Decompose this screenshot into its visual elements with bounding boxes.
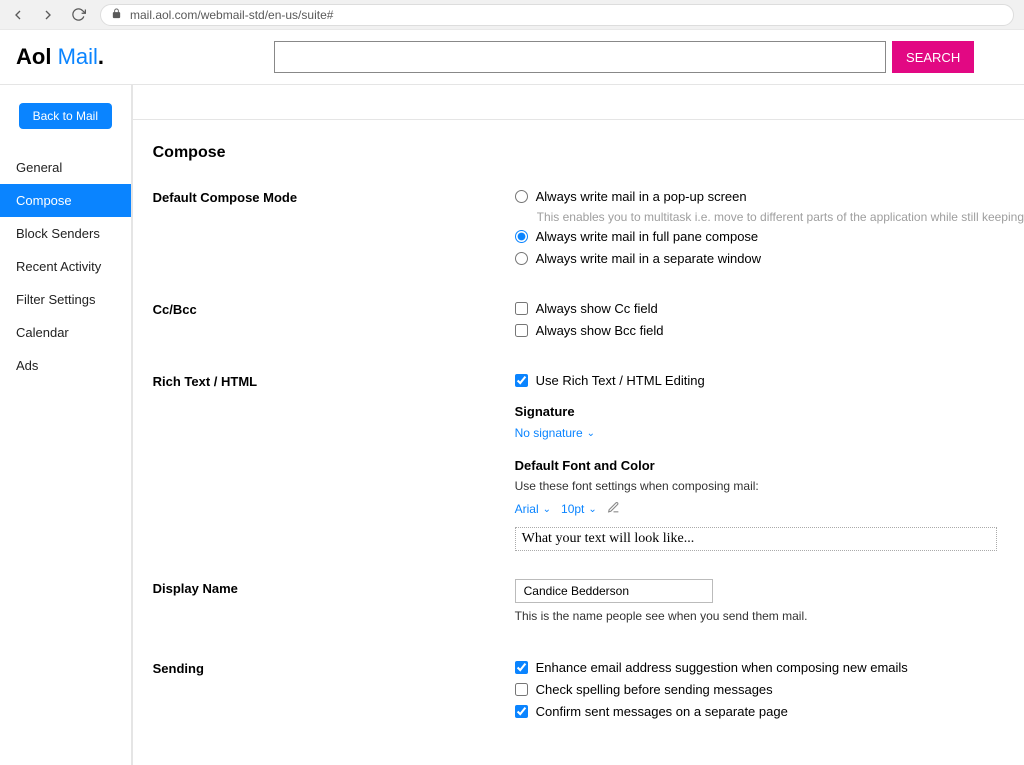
pencil-icon[interactable]: [607, 501, 620, 517]
checkbox-use-richtext[interactable]: Use Rich Text / HTML Editing: [515, 372, 1024, 390]
settings-sidebar: Back to Mail General Compose Block Sende…: [0, 85, 133, 765]
sidebar-item-block-senders[interactable]: Block Senders: [0, 217, 131, 250]
sidebar-item-calendar[interactable]: Calendar: [0, 316, 131, 349]
chevron-down-icon: ⌄: [543, 504, 551, 515]
browser-toolbar: mail.aol.com/webmail-std/en-us/suite#: [0, 0, 1024, 30]
checkbox-show-bcc[interactable]: Always show Bcc field: [515, 322, 1024, 340]
checkbox-show-cc-input[interactable]: [515, 302, 528, 315]
chevron-down-icon: ⌄: [587, 428, 595, 439]
checkbox-use-richtext-input[interactable]: [515, 374, 528, 387]
font-heading: Default Font and Color: [515, 458, 1024, 473]
row-ccbcc: Cc/Bcc Always show Cc field Always show …: [153, 300, 1024, 344]
row-display-name: Display Name This is the name people see…: [153, 579, 1024, 631]
label-richtext: Rich Text / HTML: [153, 372, 515, 551]
label-ccbcc: Cc/Bcc: [153, 300, 515, 344]
signature-dropdown[interactable]: No signature ⌄: [515, 426, 595, 440]
radio-separate-window-input[interactable]: [515, 252, 528, 265]
back-arrow-icon[interactable]: [10, 7, 26, 23]
reload-icon[interactable]: [70, 7, 86, 23]
display-name-input[interactable]: [515, 579, 713, 603]
page-title: Compose: [153, 144, 1024, 162]
sidebar-item-general[interactable]: General: [0, 151, 131, 184]
settings-content: Compose Default Compose Mode Always writ…: [133, 119, 1024, 765]
display-name-desc: This is the name people see when you sen…: [515, 609, 1024, 623]
radio-full-pane[interactable]: Always write mail in full pane compose: [515, 228, 1024, 246]
checkbox-enhance-suggestion[interactable]: Enhance email address suggestion when co…: [515, 659, 1024, 677]
row-richtext: Rich Text / HTML Use Rich Text / HTML Ed…: [153, 372, 1024, 551]
sidebar-item-filter-settings[interactable]: Filter Settings: [0, 283, 131, 316]
lock-icon: [111, 8, 122, 22]
sidebar-item-compose[interactable]: Compose: [0, 184, 131, 217]
search-input[interactable]: [274, 41, 886, 73]
font-desc: Use these font settings when composing m…: [515, 479, 1024, 493]
search-button[interactable]: SEARCH: [892, 41, 974, 73]
sidebar-item-recent-activity[interactable]: Recent Activity: [0, 250, 131, 283]
checkbox-confirm-sent[interactable]: Confirm sent messages on a separate page: [515, 703, 1024, 721]
back-to-mail-button[interactable]: Back to Mail: [19, 103, 112, 129]
chevron-down-icon: ⌄: [588, 504, 596, 515]
radio-popup-screen-input[interactable]: [515, 190, 528, 203]
sidebar-item-ads[interactable]: Ads: [0, 349, 131, 382]
radio-popup-screen[interactable]: Always write mail in a pop-up screen: [515, 188, 1024, 206]
row-sending: Sending Enhance email address suggestion…: [153, 659, 1024, 725]
font-preview: What your text will look like...: [515, 527, 997, 551]
font-name-dropdown[interactable]: Arial ⌄: [515, 502, 551, 516]
compose-mode-hint: This enables you to multitask i.e. move …: [537, 210, 1024, 224]
app-header: Aol Mail. SEARCH: [0, 30, 1024, 85]
label-display-name: Display Name: [153, 579, 515, 631]
checkbox-check-spelling-input[interactable]: [515, 683, 528, 696]
url-text: mail.aol.com/webmail-std/en-us/suite#: [130, 8, 333, 22]
search-region: SEARCH: [274, 41, 974, 73]
radio-full-pane-input[interactable]: [515, 230, 528, 243]
checkbox-enhance-suggestion-input[interactable]: [515, 661, 528, 674]
checkbox-show-cc[interactable]: Always show Cc field: [515, 300, 1024, 318]
label-compose-mode: Default Compose Mode: [153, 188, 515, 272]
checkbox-show-bcc-input[interactable]: [515, 324, 528, 337]
signature-heading: Signature: [515, 404, 1024, 419]
forward-arrow-icon[interactable]: [40, 7, 56, 23]
checkbox-confirm-sent-input[interactable]: [515, 705, 528, 718]
aol-mail-logo: Aol Mail.: [16, 44, 104, 70]
label-sending: Sending: [153, 659, 515, 725]
font-size-dropdown[interactable]: 10pt ⌄: [561, 502, 597, 516]
address-bar[interactable]: mail.aol.com/webmail-std/en-us/suite#: [100, 4, 1014, 26]
checkbox-check-spelling[interactable]: Check spelling before sending messages: [515, 681, 1024, 699]
radio-separate-window[interactable]: Always write mail in a separate window: [515, 250, 1024, 268]
row-default-compose-mode: Default Compose Mode Always write mail i…: [153, 188, 1024, 272]
